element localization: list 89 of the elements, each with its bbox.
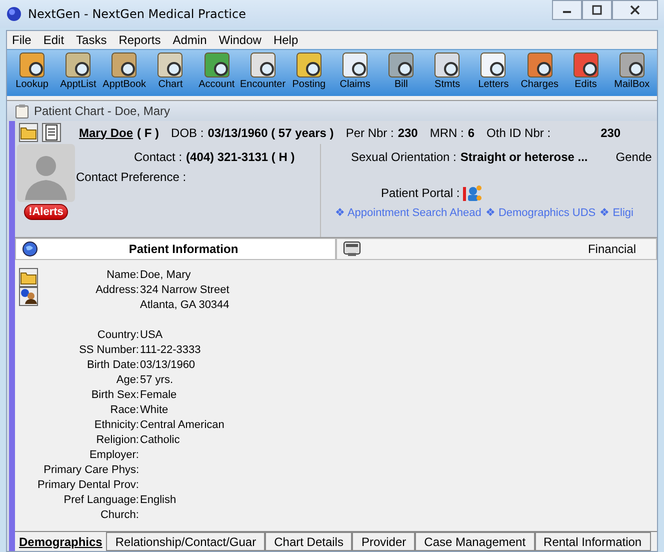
field-label: Address: (94, 283, 139, 298)
clipboard-icon (15, 104, 29, 118)
window-title: NextGen - NextGen Medical Practice (28, 7, 246, 21)
toolbar-button[interactable]: Lookup (9, 50, 56, 96)
field-label: Church: (99, 508, 139, 523)
tab[interactable]: Patient Information (15, 238, 336, 260)
field-label: Primary Dental Prov: (36, 478, 139, 493)
maximize-button[interactable] (582, 0, 612, 20)
toolbar-button[interactable]: MailBox (608, 50, 655, 96)
person-info-button[interactable] (18, 287, 38, 306)
field-label: Race: (109, 403, 139, 418)
maximize-icon (592, 5, 602, 15)
header-value: 230 (600, 126, 621, 140)
close-button[interactable] (612, 0, 658, 20)
field-label: Primary Care Phys: (42, 463, 139, 478)
field-label: Religion: (95, 433, 139, 448)
header-label: MRN : (430, 126, 464, 140)
tab[interactable]: Relationship/Contact/Guar (106, 532, 266, 551)
tab[interactable]: Financial (336, 238, 657, 260)
field-value: Female (140, 388, 178, 403)
toolbar-button[interactable]: Stmts (424, 50, 470, 96)
tab[interactable]: Case Management (415, 532, 535, 551)
menu-item[interactable]: Window (218, 33, 262, 47)
field-value: USA (140, 328, 164, 343)
field-value: Atlanta, GA 30344 (140, 298, 230, 313)
close-icon (630, 5, 640, 15)
field-value: Catholic (140, 433, 181, 448)
toolbar-button[interactable]: Charges (516, 50, 563, 96)
header-label: Sexual Orientation : (351, 150, 456, 164)
menu-item[interactable]: Tasks (75, 33, 108, 47)
toolbar-button[interactable]: ApptBook (101, 50, 148, 96)
toolbar-button[interactable]: Letters (470, 50, 517, 96)
field-label: Country: (96, 328, 139, 343)
toolbar-button[interactable]: Posting (286, 50, 332, 96)
field-label: Ethnicity: (93, 418, 139, 433)
toolbar-button[interactable]: Edits (562, 50, 609, 96)
header-value: 6 (468, 126, 475, 140)
people-icon (462, 184, 482, 202)
header-label: Per Nbr : (346, 126, 394, 140)
field-label: Name: (106, 268, 139, 283)
header-label: Oth ID Nbr : (486, 126, 551, 140)
toolbar-button[interactable]: Encounter (240, 50, 286, 96)
toolbar-button[interactable]: Account (194, 50, 240, 96)
tab[interactable]: Provider (352, 532, 416, 551)
toolbar-button[interactable]: Claims (332, 50, 378, 96)
menu-item[interactable]: Help (272, 33, 300, 47)
toolbar-button[interactable]: ApptList (55, 50, 102, 96)
person-silhouette-icon (17, 144, 75, 202)
field-value: Doe, Mary (140, 268, 192, 283)
field-label: Pref Language: (62, 493, 139, 508)
header-label: DOB : (171, 126, 204, 140)
header-label: Contact : (134, 150, 182, 164)
header-value: Straight or heterose ... (460, 150, 588, 164)
toolbar-button[interactable]: Chart (147, 50, 194, 96)
globe-icon (22, 241, 38, 257)
field-label: Birth Date: (86, 358, 139, 373)
menu-item[interactable]: Reports (118, 33, 162, 47)
tab[interactable]: Rental Information (534, 532, 651, 551)
field-value: 324 Narrow Street (140, 283, 230, 298)
alerts-button[interactable]: !Alerts (24, 204, 68, 220)
menu-item[interactable]: Edit (42, 33, 66, 47)
field-label: Age: (115, 373, 139, 388)
field-value: White (140, 403, 170, 418)
menu-item[interactable]: Admin (172, 33, 208, 47)
field-value: Central American (140, 418, 226, 433)
field-value: 57 yrs. (140, 373, 174, 388)
field-value: English (140, 493, 178, 508)
field-label: SS Number: (78, 343, 139, 358)
header-label: Contact Preference : (76, 170, 188, 184)
patient-sex: ( F ) (137, 126, 160, 140)
field-label: Employer: (88, 448, 139, 463)
toolbar-button[interactable]: Bill (378, 50, 424, 96)
header-value: (404) 321-3131 ( H ) (186, 150, 295, 164)
field-label: Birth Sex: (90, 388, 139, 403)
header-value: 03/13/1960 ( 57 years ) (208, 126, 334, 140)
minimize-button[interactable] (552, 0, 582, 20)
field-value: 03/13/1960 (140, 358, 196, 373)
header-label: Patient Portal : (381, 186, 460, 200)
tab[interactable]: Chart Details (265, 532, 352, 551)
field-value: 111-22-3333 (140, 343, 202, 358)
header-label: Gende (616, 150, 652, 164)
patient-name[interactable]: Mary Doe (79, 126, 134, 140)
chart-title: Patient Chart - Doe, Mary (34, 104, 170, 118)
folder-button[interactable] (18, 268, 38, 287)
menu-item[interactable]: File (11, 33, 32, 47)
folder-button[interactable] (19, 123, 38, 142)
header-value: 230 (398, 126, 418, 140)
globe-icon (6, 6, 22, 22)
document-button[interactable] (42, 123, 61, 142)
